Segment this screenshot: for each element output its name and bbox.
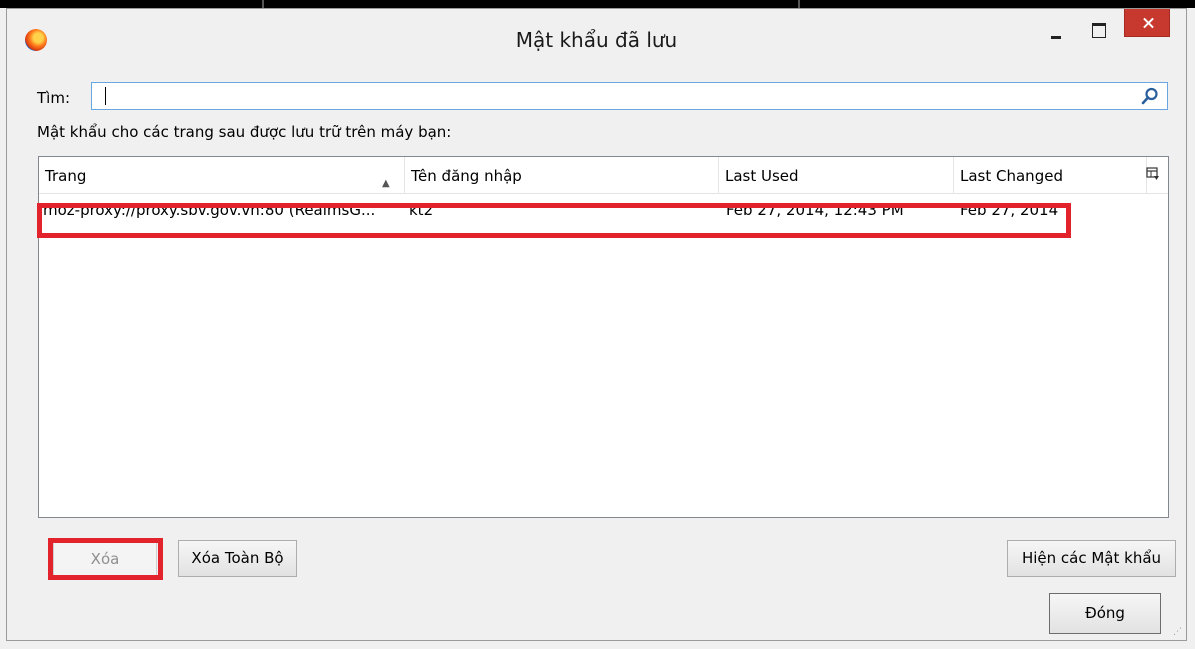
column-header-last-changed[interactable]: Last Changed	[954, 157, 1147, 193]
title-bar[interactable]: Mật khẩu đã lưu	[7, 9, 1186, 71]
delete-all-button[interactable]: Xóa Toàn Bộ	[178, 540, 297, 577]
column-header-site[interactable]: Trang ▲	[39, 157, 405, 193]
search-input[interactable]	[92, 83, 1148, 109]
close-window-button[interactable]	[1124, 9, 1170, 37]
search-label: Tìm:	[37, 89, 70, 107]
column-header-last-used[interactable]: Last Used	[719, 157, 954, 193]
column-header-username[interactable]: Tên đăng nhập	[405, 157, 719, 193]
highlight-box-delete	[48, 538, 163, 580]
maximize-button[interactable]	[1085, 19, 1111, 43]
highlight-box-row	[37, 203, 1071, 238]
resize-grip[interactable]: ⋰	[1173, 627, 1183, 637]
column-picker-icon[interactable]	[1146, 167, 1160, 181]
minimize-button[interactable]	[1043, 19, 1069, 43]
window-title: Mật khẩu đã lưu	[515, 28, 678, 52]
search-icon[interactable]	[1141, 87, 1159, 105]
search-field[interactable]	[91, 82, 1168, 110]
top-background-strip	[0, 0, 1195, 8]
saved-passwords-dialog: Mật khẩu đã lưu Tìm: Mật khẩu cho các tr…	[6, 8, 1187, 641]
description-text: Mật khẩu cho các trang sau được lưu trữ …	[37, 123, 452, 141]
close-button[interactable]: Đóng	[1049, 593, 1161, 634]
table-header: Trang ▲ Tên đăng nhập Last Used Last Cha…	[39, 157, 1168, 194]
show-passwords-button[interactable]: Hiện các Mật khẩu	[1007, 540, 1176, 577]
text-caret	[105, 87, 106, 105]
